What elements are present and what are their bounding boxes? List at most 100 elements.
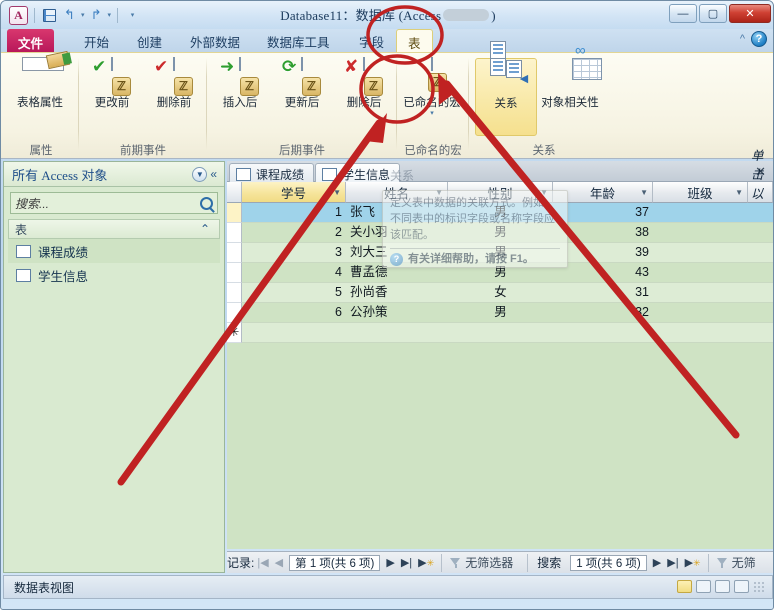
new-record-button-2[interactable]: ▶✳ (682, 556, 704, 569)
no-filter-button[interactable]: 无筛选器 (441, 553, 521, 572)
cell-xuehao[interactable]: 6 (242, 303, 346, 322)
cell-nianling[interactable]: 38 (553, 223, 653, 242)
before-change-button[interactable]: ℤ ✔ 更改前 (81, 57, 143, 136)
chevron-down-icon[interactable]: ▼ (640, 188, 648, 197)
cell-nianling[interactable]: 39 (553, 243, 653, 262)
cell-nianling[interactable]: 37 (553, 203, 653, 222)
table-row[interactable]: 6 公孙策 男 32 (242, 303, 773, 323)
cell-xingbie[interactable]: 男 (448, 303, 553, 322)
row-selector[interactable] (227, 283, 242, 303)
tab-home[interactable]: 开始 (73, 29, 120, 52)
title-blurred-text (443, 9, 490, 21)
next-record-button[interactable]: ▶ (383, 556, 397, 569)
before-delete-button[interactable]: ℤ ✔ 删除前 (143, 57, 205, 136)
cell-xingming[interactable]: 公孙策 (346, 303, 448, 322)
minimize-button[interactable]: — (669, 4, 697, 23)
cell-xingbie[interactable]: 女 (448, 283, 553, 302)
last-record-button-2[interactable]: ▶| (664, 556, 681, 569)
search-icon[interactable] (200, 196, 213, 210)
navigation-pane-header: 所有 Access 对象 ▼ « (4, 162, 224, 187)
column-header-nianling[interactable]: 年龄 ▼ (553, 182, 653, 203)
new-record-selector[interactable]: ✳ (227, 323, 242, 343)
new-record-row[interactable] (242, 323, 773, 343)
after-insert-button[interactable]: ℤ ➜ 插入后 (209, 57, 271, 136)
cell-xuehao[interactable]: 2 (242, 223, 346, 242)
first-record-button[interactable]: |◀ (254, 556, 271, 569)
relationships-button[interactable]: ◄ 关系 (475, 41, 537, 136)
cell-xuehao[interactable]: 4 (242, 263, 346, 282)
cell-banji[interactable] (653, 303, 748, 322)
cell-nianling[interactable]: 43 (553, 263, 653, 282)
row-selector[interactable] (227, 243, 242, 263)
after-delete-icon: ℤ ✘ (344, 57, 383, 96)
cell-xingming[interactable]: 孙尚香 (346, 283, 448, 302)
nav-search-box[interactable]: 搜索... (10, 192, 218, 214)
tab-fields[interactable]: 字段 (348, 29, 395, 52)
nav-group-header-tables[interactable]: 表 ⌃ (8, 219, 220, 239)
tab-external-data[interactable]: 外部数据 (179, 29, 251, 52)
after-delete-button[interactable]: ℤ ✘ 删除后 (333, 57, 395, 136)
cell-nianling[interactable]: 32 (553, 303, 653, 322)
record-position-box[interactable]: 第 1 项(共 6 项) (289, 554, 381, 571)
cell-banji[interactable] (653, 243, 748, 262)
cell-banji[interactable] (653, 283, 748, 302)
cell-xuehao[interactable]: 1 (242, 203, 346, 222)
cell-xuehao[interactable]: 5 (242, 283, 346, 302)
tab-create[interactable]: 创建 (126, 29, 173, 52)
cell-banji[interactable] (653, 203, 748, 222)
table-properties-button[interactable]: 表格属性 (9, 50, 71, 136)
column-header-banji[interactable]: 班级 ▼ (653, 182, 748, 203)
new-record-button[interactable]: ▶✳ (415, 556, 437, 569)
named-macro-button[interactable]: ℤ 已命名的宏 ▾ (401, 57, 463, 136)
cell-nianling[interactable]: 31 (553, 283, 653, 302)
after-update-button[interactable]: ℤ ⟳ 更新后 (271, 57, 333, 136)
chevron-up-icon[interactable]: ⌃ (197, 222, 213, 236)
row-selector[interactable] (227, 263, 242, 283)
datasheet-view-icon[interactable] (677, 580, 692, 593)
design-view-icon[interactable] (734, 580, 749, 593)
cell-banji[interactable] (653, 223, 748, 242)
doc-tab-student-info[interactable]: 学生信息 (315, 163, 401, 182)
row-selector[interactable] (227, 203, 242, 223)
doc-tab-course-grades[interactable]: 课程成绩 (229, 163, 315, 182)
last-record-button[interactable]: ▶| (398, 556, 415, 569)
next-record-button-2[interactable]: ▶ (650, 556, 664, 569)
column-header-add-field[interactable]: 单击以添加 (748, 149, 773, 239)
help-icon[interactable]: ? (751, 31, 767, 47)
table-properties-label: 表格属性 (17, 97, 63, 109)
pivottable-view-icon[interactable] (696, 580, 711, 593)
table-icon (16, 268, 31, 282)
named-macro-dropdown-icon[interactable]: ▾ (430, 110, 434, 118)
table-row[interactable]: 5 孙尚香 女 31 (242, 283, 773, 303)
chevron-down-icon[interactable]: ▼ (192, 166, 208, 182)
close-button[interactable]: ✕ (729, 4, 771, 23)
cell-xuehao[interactable]: 3 (242, 243, 346, 262)
title-bar: A ↰ ▾ ↱ ▾ ▾ Database11：数据库 (Access) — ▢ … (1, 1, 773, 29)
row-selector[interactable] (227, 223, 242, 243)
record-position-box-2[interactable]: 1 项(共 6 项) (570, 554, 647, 571)
table-icon (16, 244, 31, 258)
previous-record-button[interactable]: ◀ (272, 556, 286, 569)
cell-banji[interactable] (653, 263, 748, 282)
pivotchart-view-icon[interactable] (715, 580, 730, 593)
column-header-xuehao[interactable]: 学号 ▼ (242, 182, 346, 203)
object-dependencies-label: 对象相关性 (541, 97, 599, 109)
maximize-button[interactable]: ▢ (699, 4, 727, 23)
chevron-down-icon[interactable]: ▼ (333, 188, 341, 197)
select-all-corner[interactable] (227, 182, 242, 203)
object-dependencies-button[interactable]: ∞ 对象相关性 (539, 42, 602, 136)
tab-file[interactable]: 文件 (7, 29, 55, 52)
collapse-ribbon-icon[interactable]: ^ (740, 33, 745, 45)
record-search-box[interactable]: 搜索 (527, 553, 564, 572)
tab-database-tools[interactable]: 数据库工具 (256, 29, 341, 52)
tab-table[interactable]: 表 (396, 29, 433, 52)
resize-grip-icon[interactable] (753, 580, 765, 593)
record-search-label: 搜索 (537, 556, 562, 570)
no-filter-button-2[interactable]: 无筛 (707, 553, 764, 572)
collapse-nav-pane-icon[interactable]: « (207, 167, 220, 181)
chevron-down-icon[interactable]: ▼ (735, 188, 743, 197)
table-icon (322, 167, 337, 181)
row-selector[interactable] (227, 303, 242, 323)
nav-item-student-info[interactable]: 学生信息 (8, 263, 220, 287)
nav-item-course-grades[interactable]: 课程成绩 (8, 239, 220, 263)
